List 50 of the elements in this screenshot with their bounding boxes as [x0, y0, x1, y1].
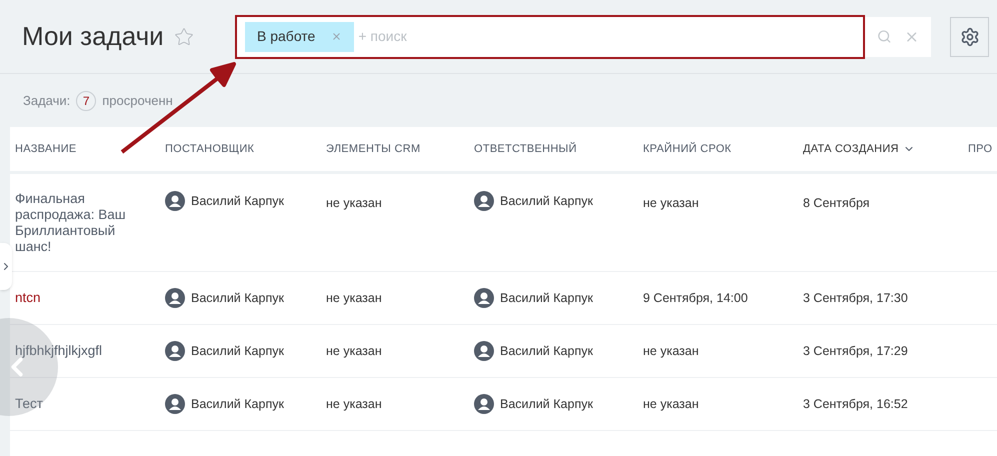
table-cell: 9 Сентября, 14:00: [643, 291, 748, 305]
tasks-label: Задачи:: [23, 92, 70, 110]
column-header[interactable]: ПОСТАНОВЩИК: [165, 140, 254, 158]
task-name[interactable]: Финальная распродажа: Ваш Бриллиантовый шанс!: [15, 191, 141, 255]
user-avatar-icon: [165, 394, 185, 414]
user-avatar-icon: [474, 191, 494, 211]
table-cell: не указан: [643, 397, 699, 411]
settings-icon: [960, 26, 980, 46]
table-cell: не указан: [643, 196, 699, 210]
user-avatar-icon: [165, 191, 185, 211]
settings-button[interactable]: [950, 16, 989, 56]
task-name[interactable]: hjfbhkjfhjlkjxgfl: [15, 343, 141, 359]
user-name[interactable]: Василий Карпук: [191, 191, 284, 211]
table-cell: 8 Сентября: [803, 196, 870, 210]
table-cell: 3 Сентября, 17:30: [803, 291, 908, 305]
table-cell: не указан: [326, 397, 382, 411]
user-name[interactable]: Василий Карпук: [500, 341, 593, 361]
search-field[interactable]: В работе + поиск: [235, 14, 865, 58]
user-name[interactable]: Василий Карпук: [500, 394, 593, 414]
column-header[interactable]: ДАТА СОЗДАНИЯ: [803, 140, 899, 158]
user-avatar-icon: [474, 394, 494, 414]
user-name[interactable]: Василий Карпук: [500, 288, 593, 308]
user-name[interactable]: Василий Карпук: [500, 191, 593, 211]
column-header[interactable]: НАЗВАНИЕ: [15, 140, 76, 158]
favorite-star-icon[interactable]: [174, 26, 194, 46]
filter-tag[interactable]: В работе: [245, 22, 354, 52]
column-header[interactable]: ПРО: [968, 140, 992, 158]
column-header[interactable]: ОТВЕТСТВЕННЫЙ: [474, 140, 577, 158]
task-count[interactable]: 7: [76, 90, 96, 110]
table-cell: 3 Сентября, 17:29: [803, 344, 908, 358]
table-cell: 3 Сентября, 16:52: [803, 397, 908, 411]
task-name[interactable]: Тест: [15, 396, 141, 412]
column-header[interactable]: ЭЛЕМЕНТЫ CRM: [326, 140, 420, 158]
user-name[interactable]: Василий Карпук: [191, 288, 284, 308]
user-name[interactable]: Василий Карпук: [191, 394, 284, 414]
user-avatar-icon: [474, 341, 494, 361]
user-name[interactable]: Василий Карпук: [191, 341, 284, 361]
table-cell: не указан: [326, 344, 382, 358]
user-avatar-icon: [474, 288, 494, 308]
search-icon[interactable]: [877, 29, 892, 44]
remove-icon[interactable]: [331, 31, 342, 42]
page-title: Мои задачи: [22, 20, 165, 53]
table-cell: не указан: [326, 291, 382, 305]
task-name[interactable]: ntcn: [15, 290, 141, 306]
column-header[interactable]: КРАЙНИЙ СРОК: [643, 140, 732, 158]
sidebar-toggle[interactable]: [0, 243, 12, 290]
user-avatar-icon: [165, 341, 185, 361]
table-cell: не указан: [326, 196, 382, 210]
table-cell: не указан: [643, 344, 699, 358]
user-avatar-icon: [165, 288, 185, 308]
